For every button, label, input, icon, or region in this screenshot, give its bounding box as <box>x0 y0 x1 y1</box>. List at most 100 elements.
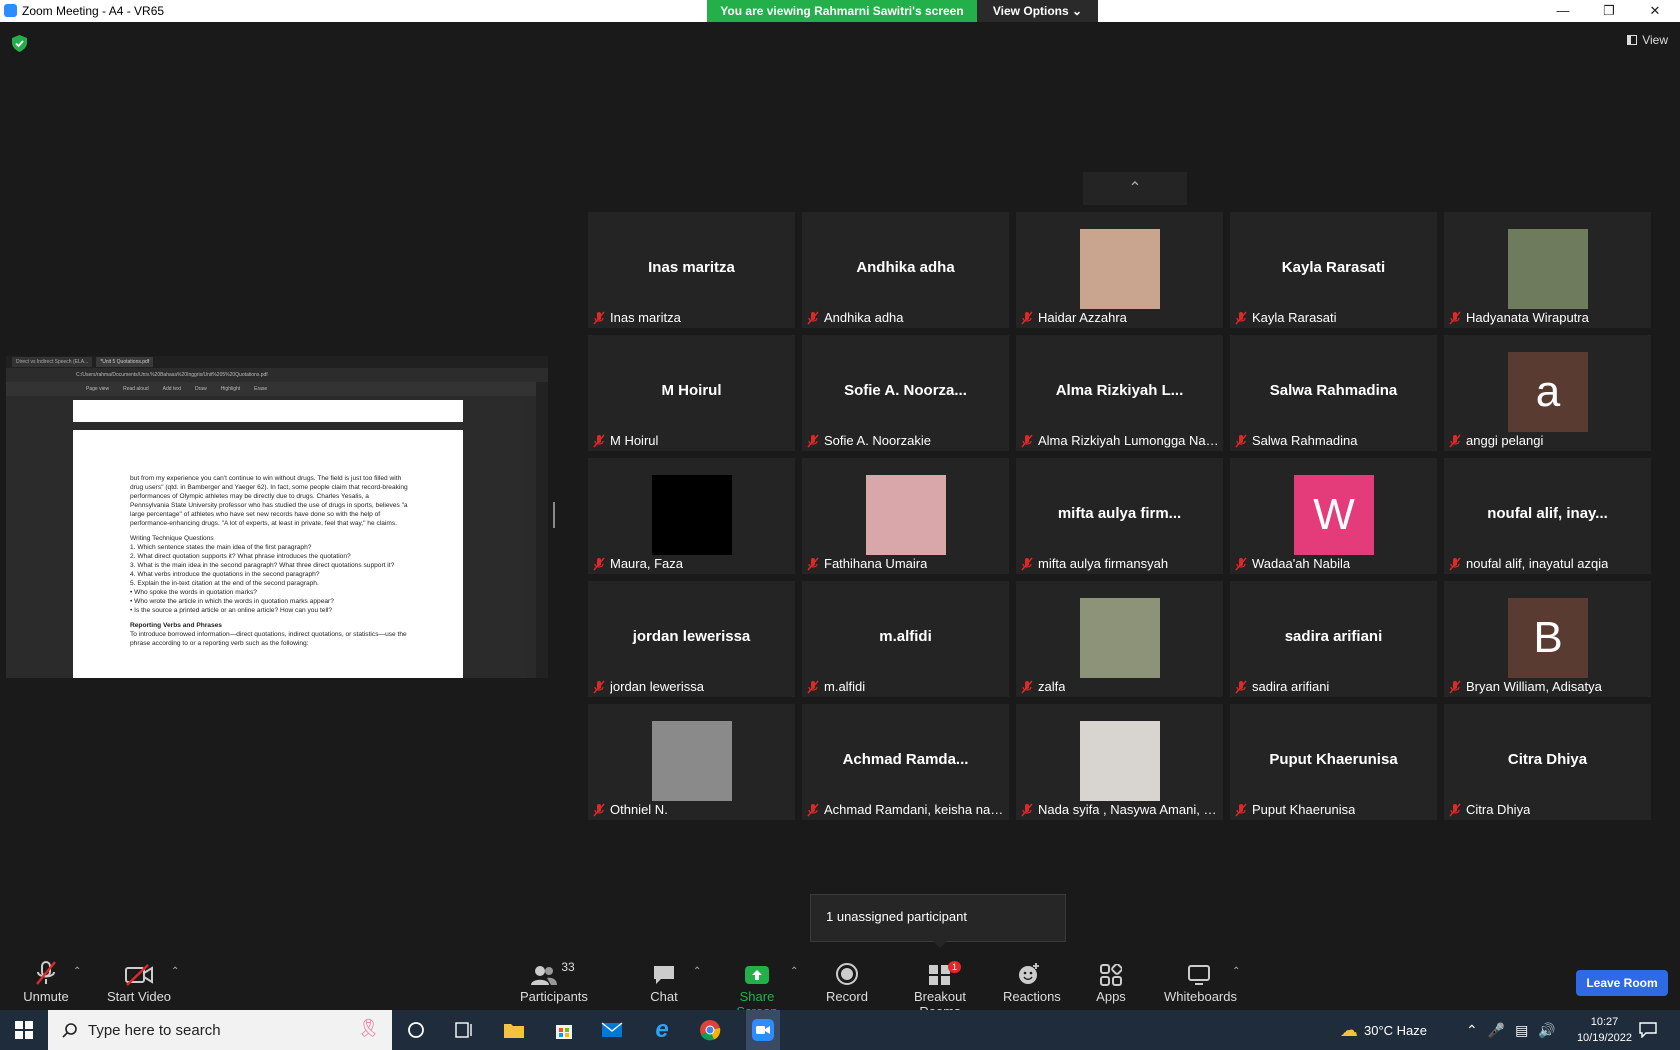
shared-screen[interactable]: Direct vs Indirect Speech (ELA... *Unit … <box>6 356 548 678</box>
pdf-question: • Who wrote the article in which the wor… <box>130 598 334 605</box>
chat-button[interactable]: Chat <box>646 960 682 1004</box>
search-placeholder: Type here to search <box>88 1021 221 1039</box>
microphone-icon[interactable]: 🎤 <box>1488 1022 1505 1039</box>
participant-display-name: m.alfidi <box>879 628 932 645</box>
participant-tile[interactable]: W Wadaa'ah Nabila <box>1230 458 1437 574</box>
participant-tile[interactable]: Salwa Rahmadina Salwa Rahmadina <box>1230 335 1437 451</box>
view-button[interactable]: View <box>1627 33 1668 47</box>
muted-mic-icon <box>1021 557 1033 570</box>
participant-tile[interactable]: B Bryan William, Adisatya <box>1444 581 1651 697</box>
participant-display-name: Achmad Ramda... <box>842 751 969 768</box>
participant-name-bar: zalfa <box>1020 679 1219 694</box>
volume-icon[interactable]: 🔊 <box>1538 1022 1555 1039</box>
participant-tile[interactable]: Nada syifa , Nasywa Amani, S... <box>1016 704 1223 820</box>
participant-tile[interactable]: Fathihana Umaira <box>802 458 1009 574</box>
muted-mic-icon <box>36 961 56 985</box>
pdf-tool: Page view <box>86 386 110 392</box>
participant-name-bar: Maura, Faza <box>592 556 791 571</box>
chevron-down-icon: ⌄ <box>1072 4 1083 18</box>
cortana-icon[interactable] <box>404 1018 428 1042</box>
participant-tile[interactable]: zalfa <box>1016 581 1223 697</box>
mail-icon[interactable] <box>600 1018 624 1042</box>
participants-button[interactable]: 33 Participants <box>520 960 588 1004</box>
leave-room-button[interactable]: Leave Room <box>1576 970 1668 996</box>
show-hidden-icons-icon[interactable]: ⌃ <box>1466 1022 1478 1039</box>
participant-tile[interactable]: Hadyanata Wiraputra <box>1444 212 1651 328</box>
participant-tile[interactable]: sadira arifiani sadira arifiani <box>1230 581 1437 697</box>
participant-video <box>1080 598 1160 678</box>
chat-options-caret-icon[interactable]: ⌃ <box>693 966 701 977</box>
participant-name-bar: Puput Khaerunisa <box>1234 802 1433 817</box>
share-options-caret-icon[interactable]: ⌃ <box>790 966 798 977</box>
participant-name: Puput Khaerunisa <box>1252 802 1356 817</box>
reactions-button[interactable]: Reactions <box>1003 960 1061 1004</box>
panel-splitter-handle[interactable] <box>553 502 555 528</box>
participant-video <box>1080 229 1160 309</box>
participant-name: Bryan William, Adisatya <box>1466 679 1602 694</box>
participant-name: Inas maritza <box>610 310 681 325</box>
notifications-icon[interactable] <box>1636 1018 1660 1042</box>
unmute-button[interactable]: Unmute <box>20 960 72 1004</box>
whiteboard-options-caret-icon[interactable]: ⌃ <box>1232 966 1240 977</box>
start-button[interactable] <box>0 1010 48 1050</box>
taskbar-search-box[interactable]: Type here to search 🎗 <box>48 1010 392 1050</box>
participant-name: Maura, Faza <box>610 556 683 571</box>
participant-tile[interactable]: Maura, Faza <box>588 458 795 574</box>
participant-video <box>652 475 732 555</box>
pdf-question: 4. What verbs introduce the quotations i… <box>130 571 320 578</box>
participant-tile[interactable]: Citra Dhiya Citra Dhiya <box>1444 704 1651 820</box>
audio-options-caret-icon[interactable]: ⌃ <box>73 966 81 977</box>
participant-name-bar: anggi pelangi <box>1448 433 1647 448</box>
gallery-prev-page-button[interactable]: ⌃ <box>1083 172 1187 205</box>
view-options-button[interactable]: View Options ⌄ <box>977 0 1098 22</box>
participant-tile[interactable]: Kayla Rarasati Kayla Rarasati <box>1230 212 1437 328</box>
participant-tile[interactable]: mifta aulya firm... mifta aulya firmansya… <box>1016 458 1223 574</box>
apps-icon <box>1100 964 1122 986</box>
participant-tile[interactable]: a anggi pelangi <box>1444 335 1651 451</box>
system-clock[interactable]: 10:27 10/19/2022 <box>1577 1014 1632 1046</box>
participant-tile[interactable]: Othniel N. <box>588 704 795 820</box>
participant-name-bar: noufal alif, inayatul azqia <box>1448 556 1647 571</box>
pdf-question: 5. Explain the in-text citation at the e… <box>130 580 319 587</box>
participant-tile[interactable]: noufal alif, inay... noufal alif, inayatu… <box>1444 458 1651 574</box>
muted-mic-icon <box>1235 680 1247 693</box>
participant-tile[interactable]: Achmad Ramda... Achmad Ramdani, keisha na… <box>802 704 1009 820</box>
participant-tile[interactable]: Inas maritza Inas maritza <box>588 212 795 328</box>
participant-tile[interactable]: Puput Khaerunisa Puput Khaerunisa <box>1230 704 1437 820</box>
participant-name: Salwa Rahmadina <box>1252 433 1358 448</box>
participant-name-bar: Achmad Ramdani, keisha nata... <box>806 802 1005 817</box>
participant-name-bar: Alma Rizkiyah Lumongga Nau... <box>1020 433 1219 448</box>
encryption-shield-icon[interactable] <box>12 35 27 52</box>
restore-button[interactable]: ❐ <box>1586 0 1632 22</box>
record-button[interactable]: Record <box>826 960 868 1004</box>
file-explorer-icon[interactable] <box>502 1018 526 1042</box>
participant-tile[interactable]: Sofie A. Noorza... Sofie A. Noorzakie <box>802 335 1009 451</box>
participant-tile[interactable]: M Hoirul M Hoirul <box>588 335 795 451</box>
participant-tile[interactable]: m.alfidi m.alfidi <box>802 581 1009 697</box>
clock-date: 10/19/2022 <box>1576 1032 1632 1044</box>
record-icon <box>836 963 858 985</box>
internet-explorer-icon[interactable]: e <box>650 1016 674 1043</box>
close-button[interactable]: ✕ <box>1632 0 1678 22</box>
zoom-taskbar-icon[interactable] <box>746 1010 780 1050</box>
participant-tile[interactable]: jordan lewerissa jordan lewerissa <box>588 581 795 697</box>
chrome-icon[interactable] <box>698 1018 722 1042</box>
task-view-icon[interactable] <box>452 1018 476 1042</box>
start-video-button[interactable]: Start Video <box>106 960 172 1004</box>
muted-mic-icon <box>1235 557 1247 570</box>
address-bar: C:/Users/rahma/Documents/Univ.%20Bahasa%… <box>6 368 548 382</box>
participant-tile[interactable]: Alma Rizkiyah L... Alma Rizkiyah Lumongga… <box>1016 335 1223 451</box>
video-options-caret-icon[interactable]: ⌃ <box>171 966 179 977</box>
microsoft-store-icon[interactable] <box>552 1018 576 1042</box>
network-icon[interactable]: ▤ <box>1515 1022 1528 1039</box>
participant-tile[interactable]: Andhika adha Andhika adha <box>802 212 1009 328</box>
participant-name: sadira arifiani <box>1252 679 1330 694</box>
participant-name: Othniel N. <box>610 802 668 817</box>
weather-widget[interactable]: ☁ 30°C Haze <box>1340 1010 1427 1050</box>
apps-button[interactable]: Apps <box>1096 960 1126 1004</box>
pdf-scrollbar[interactable] <box>526 396 536 678</box>
participant-tile[interactable]: Haidar Azzahra <box>1016 212 1223 328</box>
whiteboards-button[interactable]: Whiteboards <box>1164 960 1237 1004</box>
clock-time: 10:27 <box>1590 1016 1619 1028</box>
minimize-button[interactable]: — <box>1540 0 1586 22</box>
